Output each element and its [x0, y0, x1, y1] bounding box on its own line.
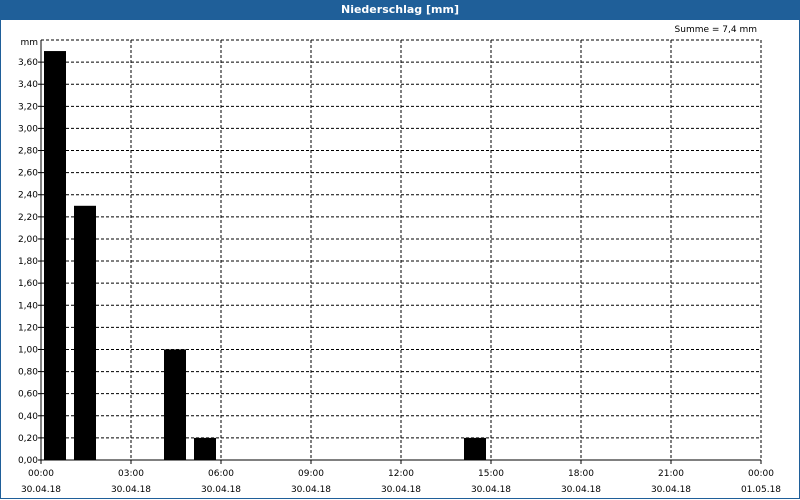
y-tick-label: 0,80: [18, 368, 38, 378]
precipitation-bar: [74, 205, 96, 460]
y-tick-label: 1,40: [18, 301, 38, 311]
x-tick-date-label: 30.04.18: [21, 485, 61, 495]
x-tick-date-label: 30.04.18: [201, 485, 241, 495]
x-tick-date-label: 30.04.18: [291, 485, 331, 495]
x-tick-time-label: 06:00: [208, 469, 234, 479]
y-tick-label: 2,80: [18, 147, 38, 157]
x-tick-date-label: 30.04.18: [381, 485, 421, 495]
precipitation-bar: [44, 51, 66, 460]
x-tick-time-label: 18:00: [568, 469, 594, 479]
chart-title: Niederschlag [mm]: [341, 3, 459, 16]
x-tick-time-label: 15:00: [478, 469, 504, 479]
y-tick-label: 3,00: [18, 124, 38, 134]
y-axis-unit-label: mm: [20, 38, 38, 48]
y-tick-label: 3,40: [18, 80, 38, 90]
y-tick-label: 0,60: [18, 390, 38, 400]
y-tick-label: 3,20: [18, 102, 38, 112]
y-tick-label: 1,80: [18, 257, 38, 267]
y-tick-label: 1,20: [18, 323, 38, 333]
x-tick-time-label: 12:00: [388, 469, 414, 479]
x-tick-date-label: 30.04.18: [561, 485, 601, 495]
precipitation-chart: 0,00 0,20 0,40 0,60 0,80 1,00 1,20 1,40 1,60 1,80…: [18, 25, 781, 495]
y-tick-label: 1,00: [18, 345, 38, 355]
precipitation-bar: [464, 437, 486, 460]
x-tick-time-label: 03:00: [118, 469, 144, 479]
x-tick-date-label: 30.04.18: [651, 485, 691, 495]
precipitation-bar: [194, 437, 216, 460]
sum-annotation: Summe = 7,4 mm: [675, 25, 757, 35]
y-tick-label: 2,20: [18, 213, 38, 223]
precipitation-bar: [164, 349, 186, 460]
x-tick-date-label: 30.04.18: [471, 485, 511, 495]
x-tick-date-label: 30.04.18: [111, 485, 151, 495]
x-tick-time-label: 00:00: [748, 469, 774, 479]
x-tick-time-label: 00:00: [28, 469, 54, 479]
y-tick-label: 0,40: [18, 412, 38, 422]
x-tick-time-label: 09:00: [298, 469, 324, 479]
y-tick-label: 0,20: [18, 434, 38, 444]
y-tick-label: 1,60: [18, 279, 38, 289]
y-tick-label: 3,60: [18, 58, 38, 68]
chart-frame: 0,00 0,20 0,40 0,60 0,80 1,00 1,20 1,40 1,60 1,80…: [0, 20, 800, 499]
y-tick-label: 2,00: [18, 235, 38, 245]
y-tick-label: 2,40: [18, 191, 38, 201]
y-tick-label: 0,00: [18, 456, 38, 466]
y-tick-label: 2,60: [18, 169, 38, 179]
x-tick-date-label: 01.05.18: [741, 485, 781, 495]
chart-title-bar: Niederschlag [mm]: [0, 0, 800, 20]
x-tick-time-label: 21:00: [658, 469, 684, 479]
